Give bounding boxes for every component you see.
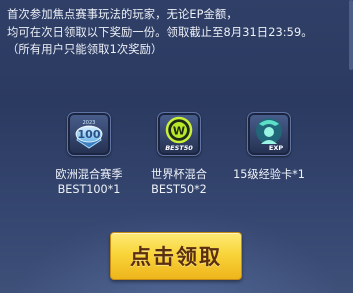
badge-text: 100 [78,128,101,141]
reward-quantity: BEST100*1 [57,183,121,196]
reward-label: 世界杯混合 BEST50*2 [151,167,207,197]
svg-text:2023: 2023 [83,120,96,126]
badge-text: EXP [269,144,283,152]
notice-line-2: 均可在次日领取以下奖励一份。领取截止至8月31日23:59。 [7,25,313,39]
claim-reward-button[interactable]: 点击领取 [110,232,242,280]
event-notice: 首次参加焦点赛事玩法的玩家，无论EP金额， 均可在次日领取以下奖励一份。领取截止… [7,6,341,59]
reward-item-exp-card: EXP 15级经验卡*1 [214,112,324,222]
badge-subtext: BEST50 [165,144,193,152]
reward-name: 世界杯混合 [151,168,207,181]
trophy-100-badge-icon: 2023 100 [67,112,111,156]
exp-card-icon: EXP [247,112,291,156]
claim-button-label: 点击领取 [130,245,222,269]
reward-quantity: BEST50*2 [151,183,207,196]
reward-label: 15级经验卡*1 [233,167,305,182]
reward-name: 欧洲混合赛季 [55,168,123,181]
reward-name: 15级经验卡*1 [233,168,305,181]
notice-line-1: 首次参加焦点赛事玩法的玩家，无论EP金额， [7,8,238,21]
reward-label: 欧洲混合赛季 BEST100*1 [55,167,122,197]
scrollbar[interactable] [349,0,353,70]
w-best50-badge-icon: W BEST50 [157,112,201,156]
badge-text: W [173,125,185,138]
notice-line-3: （所有用户只能领取1次奖励） [7,43,163,56]
